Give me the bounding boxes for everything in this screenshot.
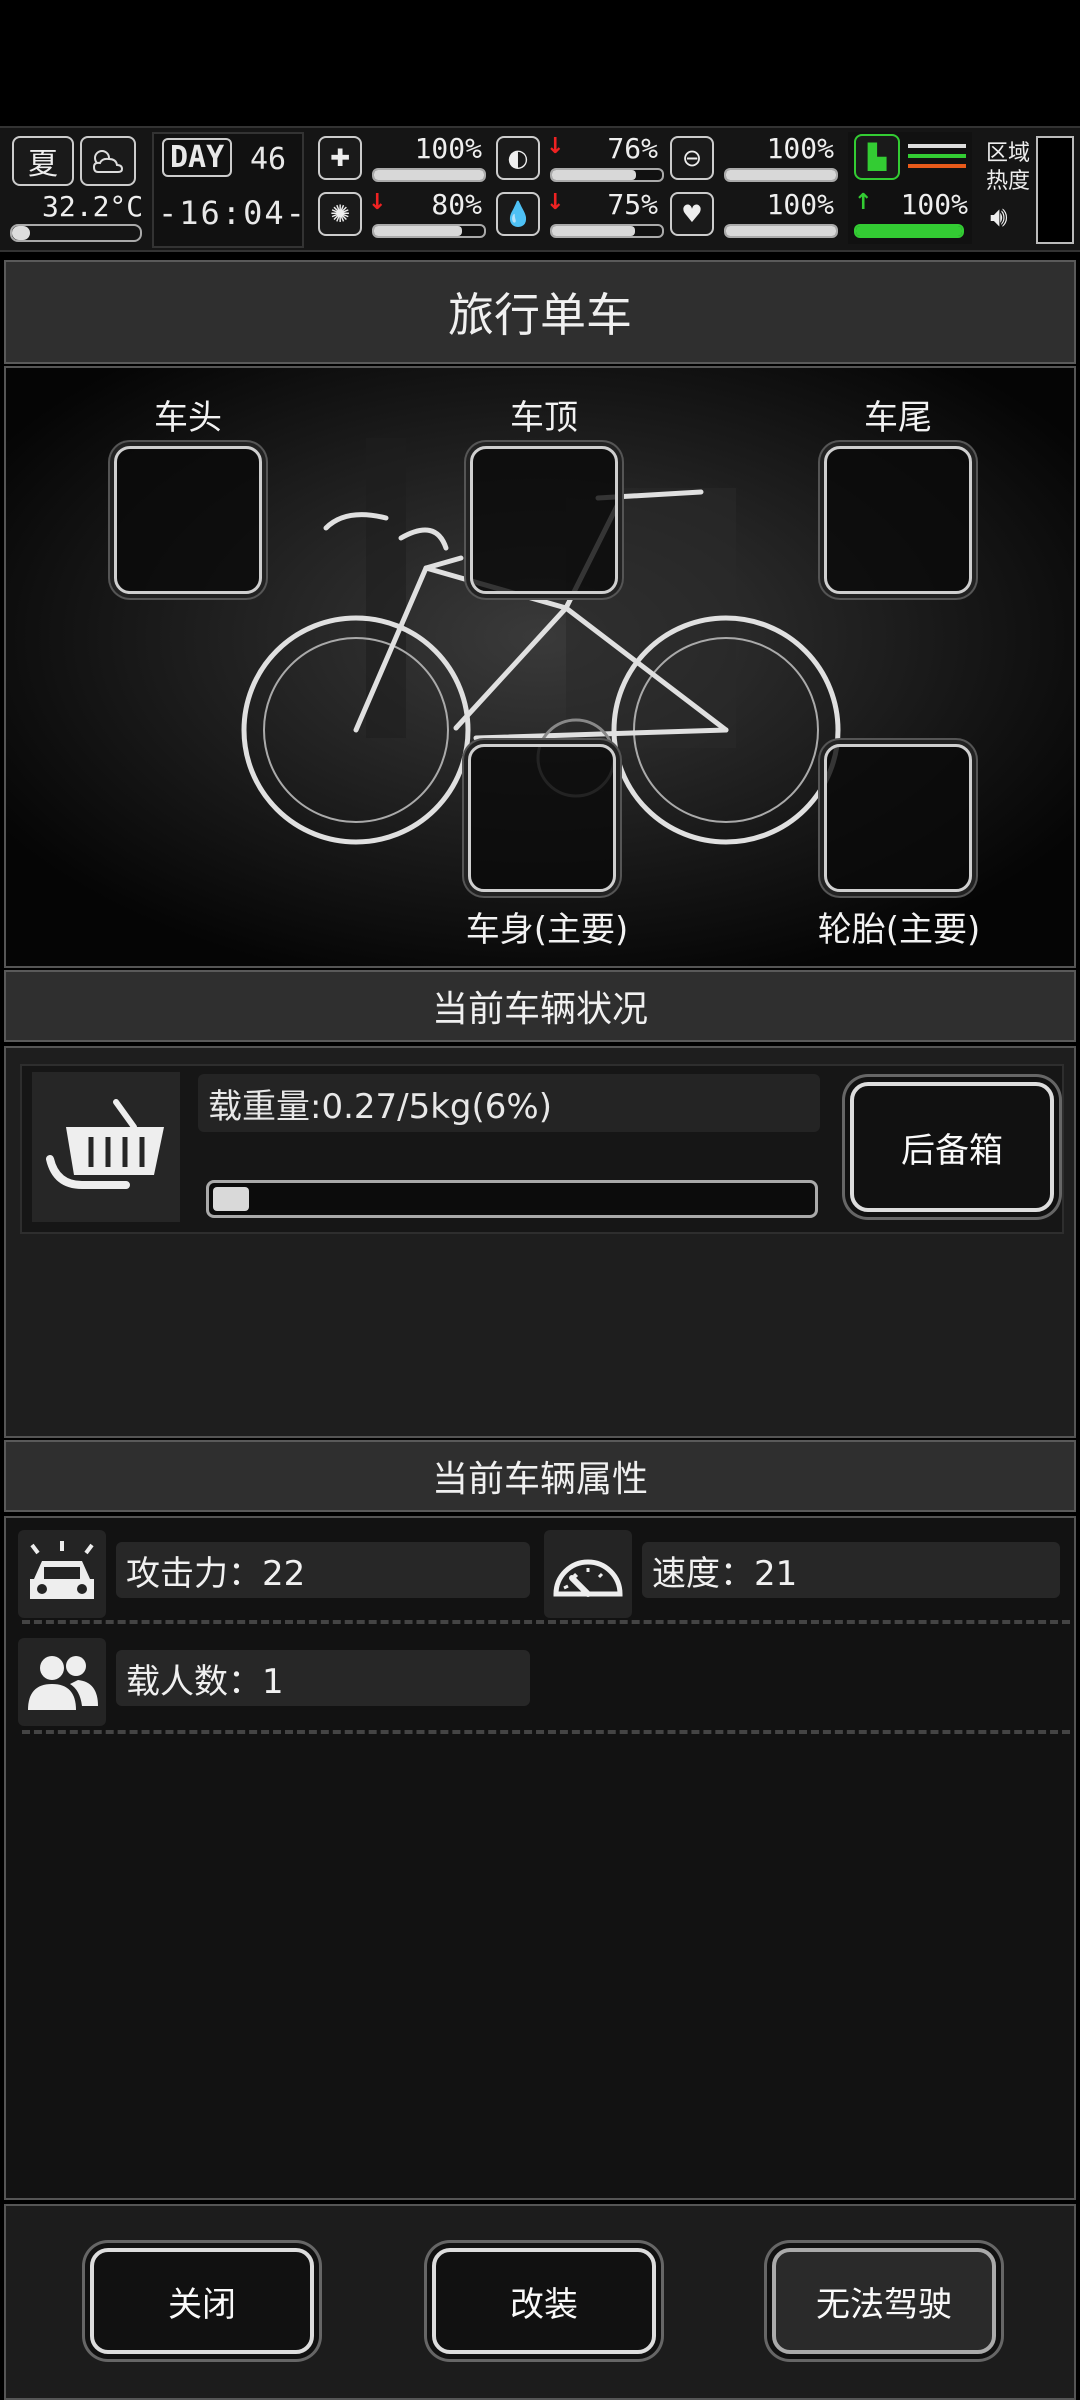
divider (22, 1620, 1070, 1624)
pills-value: 100% (766, 132, 834, 165)
car-crash-icon (18, 1530, 106, 1618)
heart-icon: ♥ (670, 192, 714, 236)
stomach-icon: ◐ (496, 136, 540, 180)
speaker-icon[interactable]: 🔊︎ (990, 200, 1008, 234)
slot-label-tail: 车尾 (864, 398, 932, 438)
water-drop-icon: 💧 (496, 192, 540, 236)
slot-tail[interactable] (824, 446, 972, 594)
thirst-value: 75% (607, 188, 658, 221)
status-header: 当前车辆状况 (431, 989, 648, 1030)
weather-cloudy-sun-icon (80, 136, 136, 186)
day-label: DAY (162, 138, 233, 177)
basket-icon (32, 1072, 180, 1222)
region-heat-meter (1036, 136, 1074, 244)
thermometer-icon (10, 224, 142, 242)
slot-label-head: 车头 (154, 398, 222, 438)
season-badge: 夏 (12, 136, 74, 186)
region-heat-label-line2: 热度 (986, 169, 1031, 194)
heart-value: 100% (766, 188, 834, 221)
health-value: 100% (414, 132, 482, 165)
pills-bar (724, 168, 838, 182)
slot-label-top: 车顶 (510, 398, 578, 438)
page-title-bar: 旅行单车 (4, 260, 1076, 364)
day-clock-panel: DAY 46 -16:04- (152, 132, 307, 248)
attack-stat: 攻击力：22 (116, 1542, 530, 1598)
clock-readout: -16:04- (158, 194, 307, 232)
divider (22, 1730, 1070, 1734)
trunk-button[interactable]: 后备箱 (850, 1082, 1054, 1212)
status-hud: 夏 32.2°C DAY 46 -16:04- ✚ 100% ◐ ↓ 76% ⊖… (0, 126, 1080, 252)
page-title: 旅行单车 (448, 288, 632, 342)
attributes-panel: 攻击力：22 速度：21 载人数：1 (4, 1516, 1076, 2200)
sanity-bar (372, 224, 486, 238)
status-panel: 载重量:0.27/5kg(6%) 后备箱 (4, 1046, 1076, 1438)
load-bar (206, 1180, 818, 1218)
slot-body[interactable] (468, 744, 616, 892)
stamina-value: 100% (900, 188, 968, 221)
day-number: 46 (250, 142, 287, 177)
hunger-bar (550, 168, 664, 182)
region-heat-label: 区域 热度 (986, 140, 1030, 196)
health-bar (372, 168, 486, 182)
medkit-icon: ✚ (318, 136, 362, 180)
speed-stat: 速度：21 (642, 1542, 1060, 1598)
vehicle-slots-panel: 车头 车顶 车尾 车身(主要) 轮胎(主要) (4, 366, 1076, 968)
stats-grid: ✚ 100% ◐ ↓ 76% ⊖ 100% ✺ ↓ 80% 💧 ↓ 75% ♥ … (314, 128, 844, 250)
hunger-value: 76% (607, 132, 658, 165)
slot-label-tire: 轮胎(主要) (817, 910, 981, 950)
pill-icon: ⊖ (670, 136, 714, 180)
load-row: 载重量:0.27/5kg(6%) 后备箱 (20, 1064, 1064, 1234)
stamina-panel: ▙ ↑ 100% (848, 132, 972, 244)
close-button[interactable]: 关闭 (90, 2248, 314, 2354)
status-header-bar: 当前车辆状况 (4, 970, 1076, 1042)
temperature-readout: 32.2°C (42, 190, 144, 223)
region-heat-label-line1: 区域 (986, 141, 1031, 166)
slot-head[interactable] (114, 446, 262, 594)
load-text: 载重量:0.27/5kg(6%) (198, 1074, 820, 1132)
slot-top[interactable] (470, 446, 618, 594)
passengers-stat: 载人数：1 (116, 1650, 530, 1706)
slot-tire[interactable] (824, 744, 972, 892)
speedometer-icon (544, 1530, 632, 1618)
attributes-header: 当前车辆属性 (431, 1459, 648, 1500)
bottom-bar: 关闭 改装 无法驾驶 (4, 2204, 1076, 2400)
modify-button[interactable]: 改装 (432, 2248, 656, 2354)
season-text: 夏 (28, 147, 58, 182)
drive-button[interactable]: 无法驾驶 (772, 2248, 996, 2354)
people-icon (18, 1638, 106, 1726)
running-boot-icon: ▙ (854, 134, 900, 180)
stamina-bar (854, 224, 964, 238)
thirst-bar (550, 224, 664, 238)
attributes-header-bar: 当前车辆属性 (4, 1440, 1076, 1512)
sanity-value: 80% (431, 188, 482, 221)
slot-label-body: 车身(主要) (465, 910, 629, 950)
heart-bar (724, 224, 838, 238)
brain-icon: ✺ (318, 192, 362, 236)
